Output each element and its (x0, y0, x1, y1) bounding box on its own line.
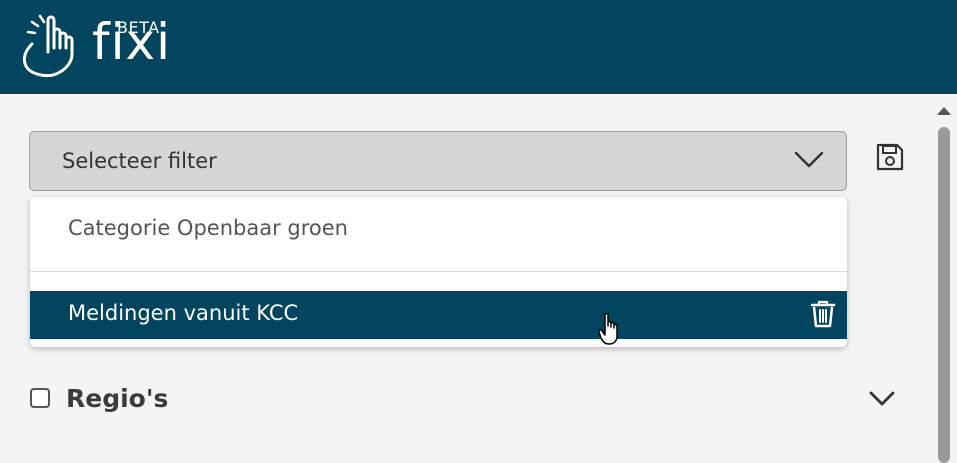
filter-select-label: Selecteer filter (62, 149, 217, 173)
scroll-up-arrow-icon[interactable] (935, 104, 953, 118)
hand-pointer-icon (22, 14, 74, 78)
chevron-down-icon (794, 151, 824, 168)
save-icon[interactable] (875, 142, 905, 172)
dropdown-option-label: Meldingen vanuit KCC (68, 301, 299, 325)
regio-label: Regio's (66, 384, 169, 413)
filter-dropdown-menu: Categorie Openbaar groen Meldingen vanui… (30, 197, 847, 347)
trash-icon[interactable] (810, 299, 836, 329)
filter-select[interactable]: Selecteer filter (29, 131, 847, 191)
brand-logo-text: fixi (92, 13, 171, 71)
hand-cursor-icon (598, 312, 618, 345)
dropdown-option-label: Categorie Openbaar groen (68, 216, 348, 240)
regio-checkbox[interactable] (30, 388, 50, 408)
app-header: BETA fixi (0, 0, 957, 94)
dropdown-option[interactable]: Categorie Openbaar groen (30, 197, 847, 272)
dropdown-option-selected[interactable]: Meldingen vanuit KCC (30, 291, 847, 339)
scrollbar-thumb[interactable] (938, 127, 950, 463)
chevron-down-icon[interactable] (869, 390, 895, 408)
